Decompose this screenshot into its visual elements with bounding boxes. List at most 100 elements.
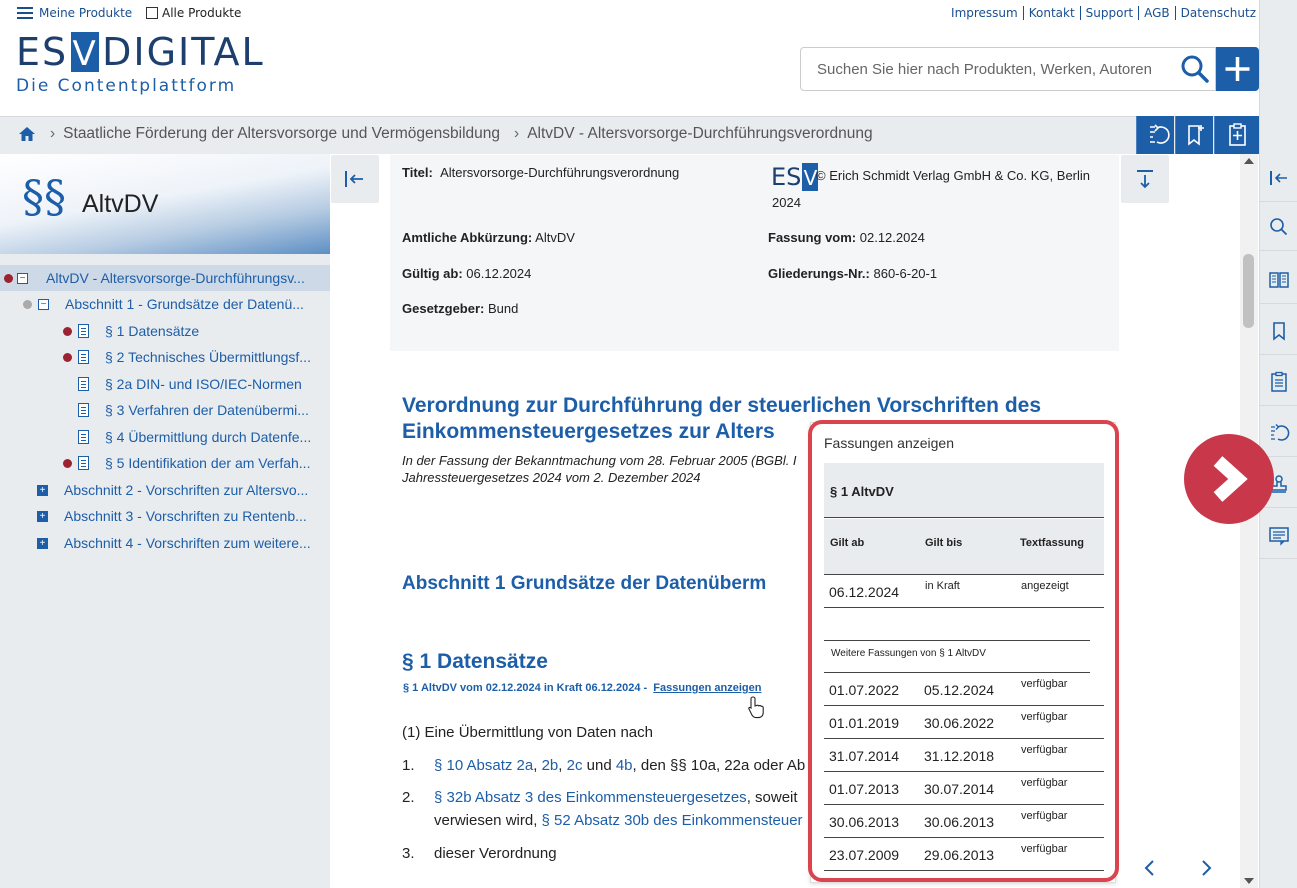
collapse-sidebar-button[interactable] bbox=[331, 155, 379, 203]
version-row[interactable]: 01.07.2013 30.07.2014 verfügbar bbox=[824, 772, 1104, 805]
next-icon[interactable] bbox=[1196, 856, 1216, 880]
status-dot bbox=[63, 352, 72, 362]
tree-item-label: Abschnitt 3 - Vorschriften zu Rentenb... bbox=[64, 508, 307, 524]
column-header: Textfassung bbox=[1020, 537, 1084, 549]
add-note-toolbar-button[interactable] bbox=[1214, 116, 1259, 154]
add-button[interactable] bbox=[1216, 47, 1259, 91]
popup-title: Fassungen anzeigen bbox=[824, 435, 954, 451]
document-icon bbox=[78, 456, 89, 470]
search-input[interactable] bbox=[801, 48, 1171, 90]
search-icon[interactable] bbox=[1260, 203, 1297, 251]
version-row[interactable]: 23.07.2009 29.06.2013 verfügbar bbox=[824, 838, 1104, 871]
meta-titel: Titel: Altersvorsorge-Durchführungsveror… bbox=[402, 165, 680, 180]
law-link[interactable]: 2c bbox=[567, 757, 583, 774]
version-row[interactable]: 30.06.2013 30.06.2013 verfügbar bbox=[824, 805, 1104, 838]
esv-digital-logo[interactable]: ES V DIGITAL Die Contentplattform bbox=[16, 32, 265, 96]
logo-text-digital: DIGITAL bbox=[102, 30, 265, 74]
history-toolbar-button[interactable] bbox=[1136, 116, 1174, 154]
link-support[interactable]: Support bbox=[1079, 6, 1138, 20]
law-link[interactable]: 4b bbox=[616, 757, 633, 774]
paragraph-heading: § 1 Datensätze bbox=[402, 650, 548, 673]
tree-item-label: AltvDV - Altersvorsorge-Durchführungsv..… bbox=[46, 270, 305, 286]
scroll-thumb[interactable] bbox=[1243, 254, 1254, 328]
download-button[interactable] bbox=[1121, 155, 1169, 203]
tree-item-label: § 3 Verfahren der Datenübermi... bbox=[105, 402, 309, 418]
previous-icon[interactable] bbox=[1140, 856, 1160, 880]
expand-icon[interactable]: + bbox=[37, 484, 48, 496]
tree-item-para-3[interactable]: § 3 Verfahren der Datenübermi... bbox=[78, 397, 322, 423]
all-products-toggle[interactable]: Alle Produkte bbox=[146, 6, 241, 20]
expand-icon[interactable]: + bbox=[37, 537, 48, 549]
list-item: 1. § 10 Absatz 2a, 2b, 2c und 4b, den §§… bbox=[402, 757, 806, 774]
collapse-right-icon[interactable] bbox=[1260, 154, 1297, 202]
bookmark-icon[interactable] bbox=[1260, 307, 1297, 355]
tree-item-abschnitt-2[interactable]: + Abschnitt 2 - Vorschriften zur Altersv… bbox=[37, 477, 322, 503]
tree-item-label: Abschnitt 1 - Grundsätze der Datenü... bbox=[65, 296, 304, 312]
logo-text-es: ES bbox=[16, 30, 69, 74]
versions-popup: Fassungen anzeigen § 1 AltvDV Gilt ab Gi… bbox=[810, 422, 1116, 883]
link-impressum[interactable]: Impressum bbox=[946, 6, 1023, 20]
collapse-icon[interactable]: − bbox=[17, 272, 28, 284]
search-icon[interactable] bbox=[1176, 52, 1214, 86]
law-link[interactable]: § 10 Absatz 2a bbox=[434, 757, 533, 774]
list-item: 2. § 32b Absatz 3 des Einkommensteuerges… bbox=[402, 789, 798, 806]
status-dot bbox=[63, 326, 72, 336]
tree-item-label: Abschnitt 2 - Vorschriften zur Altersvo.… bbox=[64, 482, 309, 498]
version-row[interactable]: 31.07.2014 31.12.2018 verfügbar bbox=[824, 739, 1104, 772]
tree-item-label: § 2a DIN- und ISO/IEC-Normen bbox=[105, 376, 302, 392]
tree-item-para-5[interactable]: § 5 Identifikation der am Verfah... bbox=[63, 450, 322, 476]
column-header: Gilt ab bbox=[830, 537, 865, 549]
law-link[interactable]: § 32b Absatz 3 des Einkommensteuergesetz… bbox=[434, 789, 747, 806]
expand-icon[interactable]: + bbox=[37, 510, 48, 522]
book-icon[interactable] bbox=[1260, 256, 1297, 304]
law-link[interactable]: 2b bbox=[542, 757, 559, 774]
add-bookmark-toolbar-button[interactable] bbox=[1175, 116, 1213, 154]
section-heading: Abschnitt 1 Grundsätze der Datenüberm bbox=[402, 573, 767, 594]
paragraph-meta: § 1 AltvDV vom 02.12.2024 in Kraft 06.12… bbox=[403, 682, 762, 694]
clipboard-icon[interactable] bbox=[1260, 358, 1297, 406]
law-link[interactable]: § 52 Absatz 30b des Einkommensteuer bbox=[542, 812, 803, 829]
logo-v: V bbox=[71, 32, 100, 74]
chevron-right-icon: › bbox=[514, 125, 520, 142]
version-row[interactable]: 01.07.2022 05.12.2024 verfügbar bbox=[824, 673, 1104, 706]
all-products-checkbox[interactable] bbox=[146, 7, 158, 19]
paragraph-symbol: §§ bbox=[22, 172, 66, 223]
hamburger-icon bbox=[17, 7, 33, 19]
breadcrumb-item-document[interactable]: AltvDV - Altersvorsorge-Durchführungsver… bbox=[527, 125, 872, 143]
tree-item-abschnitt-4[interactable]: + Abschnitt 4 - Vorschriften zum weitere… bbox=[37, 530, 322, 556]
download-icon bbox=[1137, 170, 1153, 189]
tree-item-altvdv[interactable]: − AltvDV - Altersvorsorge-Durchführungsv… bbox=[4, 265, 322, 291]
meta-fassung: Fassung vom: 02.12.2024 bbox=[768, 230, 925, 245]
column-header: Gilt bis bbox=[925, 537, 963, 549]
document-icon bbox=[78, 350, 89, 364]
esv-publisher-logo: ES V bbox=[771, 163, 819, 191]
my-products-label: Meine Produkte bbox=[39, 6, 133, 20]
home-icon[interactable] bbox=[18, 125, 36, 143]
link-datenschutz[interactable]: Datenschutz bbox=[1174, 6, 1261, 20]
tree-item-para-2a[interactable]: § 2a DIN- und ISO/IEC-Normen bbox=[78, 371, 322, 397]
tree-item-label: § 2 Technisches Übermittlungsf... bbox=[105, 349, 311, 365]
tree-item-para-1[interactable]: § 1 Datensätze bbox=[63, 318, 322, 344]
list-item: 3. dieser Verordnung bbox=[402, 845, 557, 862]
my-products-menu[interactable]: Meine Produkte bbox=[17, 6, 132, 20]
collapse-icon[interactable]: − bbox=[38, 298, 49, 310]
scroll-up-icon[interactable] bbox=[1244, 158, 1254, 164]
tree-item-para-4[interactable]: § 4 Übermittlung durch Datenfe... bbox=[78, 424, 322, 450]
tree-item-abschnitt-1[interactable]: − Abschnitt 1 - Grundsätze der Datenü... bbox=[23, 291, 322, 317]
show-versions-link[interactable]: Fassungen anzeigen bbox=[653, 682, 761, 694]
more-versions-heading: Weitere Fassungen von § 1 AltvDV bbox=[824, 640, 1090, 673]
tree-item-para-2[interactable]: § 2 Technisches Übermittlungsf... bbox=[63, 344, 322, 370]
logo-tagline: Die Contentplattform bbox=[16, 76, 237, 96]
scroll-down-icon[interactable] bbox=[1244, 878, 1254, 884]
version-row[interactable]: 01.01.2019 30.06.2022 verfügbar bbox=[824, 706, 1104, 739]
link-agb[interactable]: AGB bbox=[1138, 6, 1175, 20]
document-icon bbox=[78, 430, 89, 444]
breadcrumb: › Staatliche Förderung der Altersvorsorg… bbox=[18, 125, 873, 143]
next-arrow-icon[interactable] bbox=[1184, 434, 1274, 524]
popup-header: § 1 AltvDV bbox=[824, 463, 1104, 518]
hand-cursor-icon bbox=[747, 695, 767, 723]
paragraph-intro: (1) Eine Übermittlung von Daten nach bbox=[402, 724, 653, 741]
breadcrumb-item-topic[interactable]: Staatliche Förderung der Altersvorsorge … bbox=[63, 125, 500, 143]
tree-item-abschnitt-3[interactable]: + Abschnitt 3 - Vorschriften zu Rentenb.… bbox=[37, 503, 322, 529]
link-kontakt[interactable]: Kontakt bbox=[1022, 6, 1080, 20]
